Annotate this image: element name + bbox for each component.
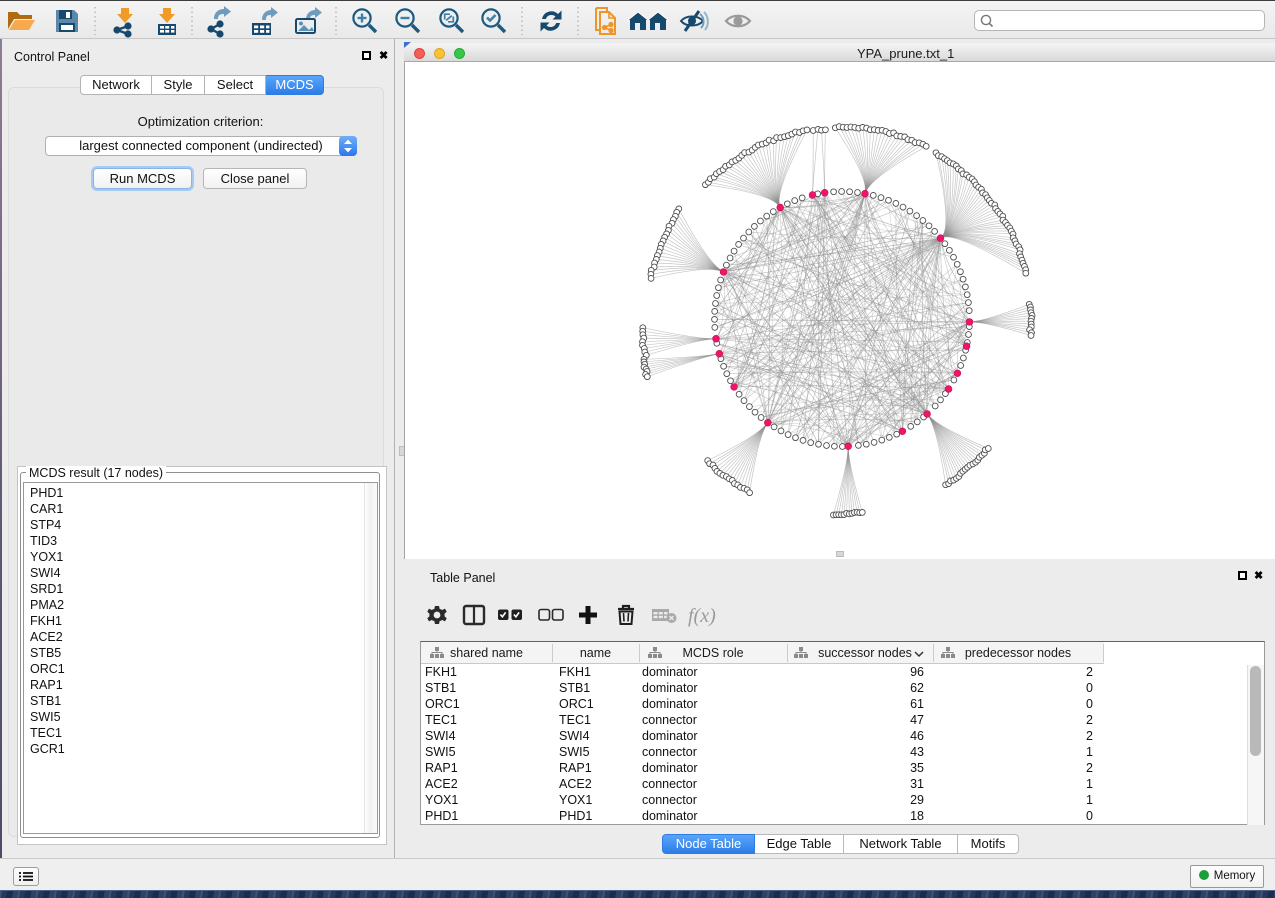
- svg-text:f(x): f(x): [688, 605, 716, 627]
